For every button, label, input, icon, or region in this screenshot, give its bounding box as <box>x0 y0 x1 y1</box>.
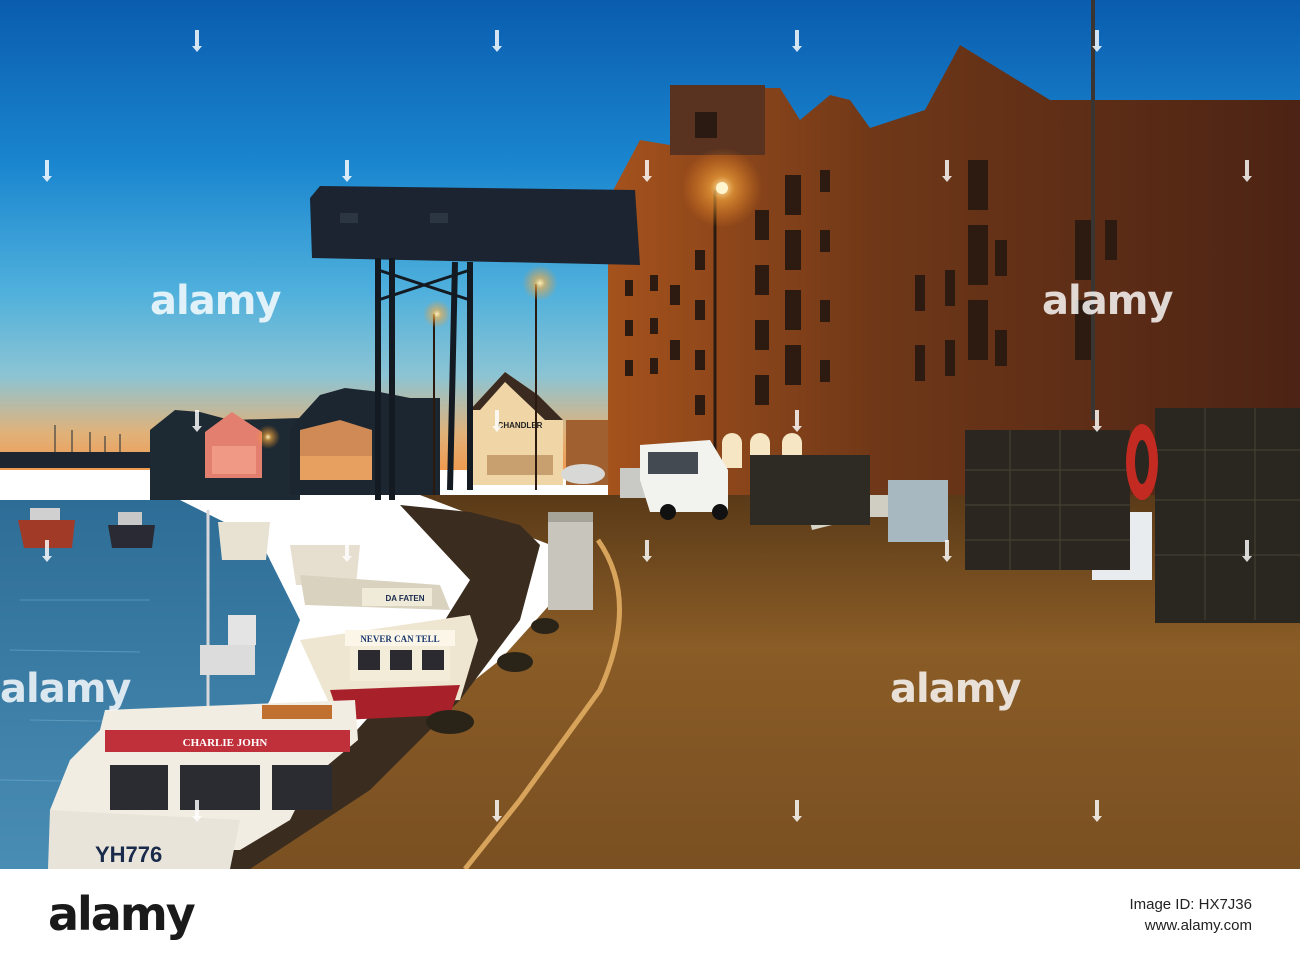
footer-logo[interactable]: alamy <box>48 887 196 941</box>
watermark-tick <box>1242 540 1252 562</box>
watermark-tick <box>942 540 952 562</box>
watermark-tick <box>42 540 52 562</box>
harbour-photo: CHANDLER DA FATEN NEVER CAN TELL CHARLIE… <box>0 0 1300 869</box>
watermark-tick <box>42 160 52 182</box>
watermark-tick <box>1092 800 1102 822</box>
watermark-tick <box>942 160 952 182</box>
image-id: Image ID: HX7J36 <box>1129 896 1252 913</box>
watermark-tick <box>792 800 802 822</box>
harbour-scene: CHANDLER DA FATEN NEVER CAN TELL CHARLIE… <box>0 0 1300 869</box>
lifebuoy <box>1126 424 1158 500</box>
watermark-tick <box>642 160 652 182</box>
watermark-tick <box>492 30 502 52</box>
boat-front-name: CHARLIE JOHN <box>183 737 268 749</box>
watermark-tick <box>342 160 352 182</box>
watermark-tick <box>1092 30 1102 52</box>
boat-rear-name: DA FATEN <box>385 594 424 603</box>
watermark-tick <box>192 800 202 822</box>
boat-rear: DA FATEN <box>300 575 450 610</box>
watermark-tick <box>192 410 202 432</box>
boat-number: YH776 <box>95 842 162 867</box>
watermark: alamy <box>890 666 1021 712</box>
footer-url[interactable]: www.alamy.com <box>1129 915 1252 937</box>
watermark-tick <box>792 30 802 52</box>
stock-footer: alamy Image ID: HX7J36 www.alamy.com <box>0 869 1300 959</box>
parked-car <box>561 464 605 484</box>
watermark-tick <box>1092 410 1102 432</box>
watermark: alamy <box>0 666 131 712</box>
watermark: alamy <box>1042 278 1173 324</box>
footer-meta: Image ID: HX7J36 www.alamy.com <box>1129 895 1252 937</box>
boat-middle-name: NEVER CAN TELL <box>360 634 439 644</box>
watermark-tick <box>492 410 502 432</box>
horizon-land <box>0 452 170 468</box>
watermark: alamy <box>150 278 281 324</box>
watermark-tick <box>1242 160 1252 182</box>
watermark-tick <box>342 540 352 562</box>
watermark-tick <box>492 800 502 822</box>
watermark-tick <box>192 30 202 52</box>
watermark-tick <box>792 410 802 432</box>
watermark-tick <box>642 540 652 562</box>
